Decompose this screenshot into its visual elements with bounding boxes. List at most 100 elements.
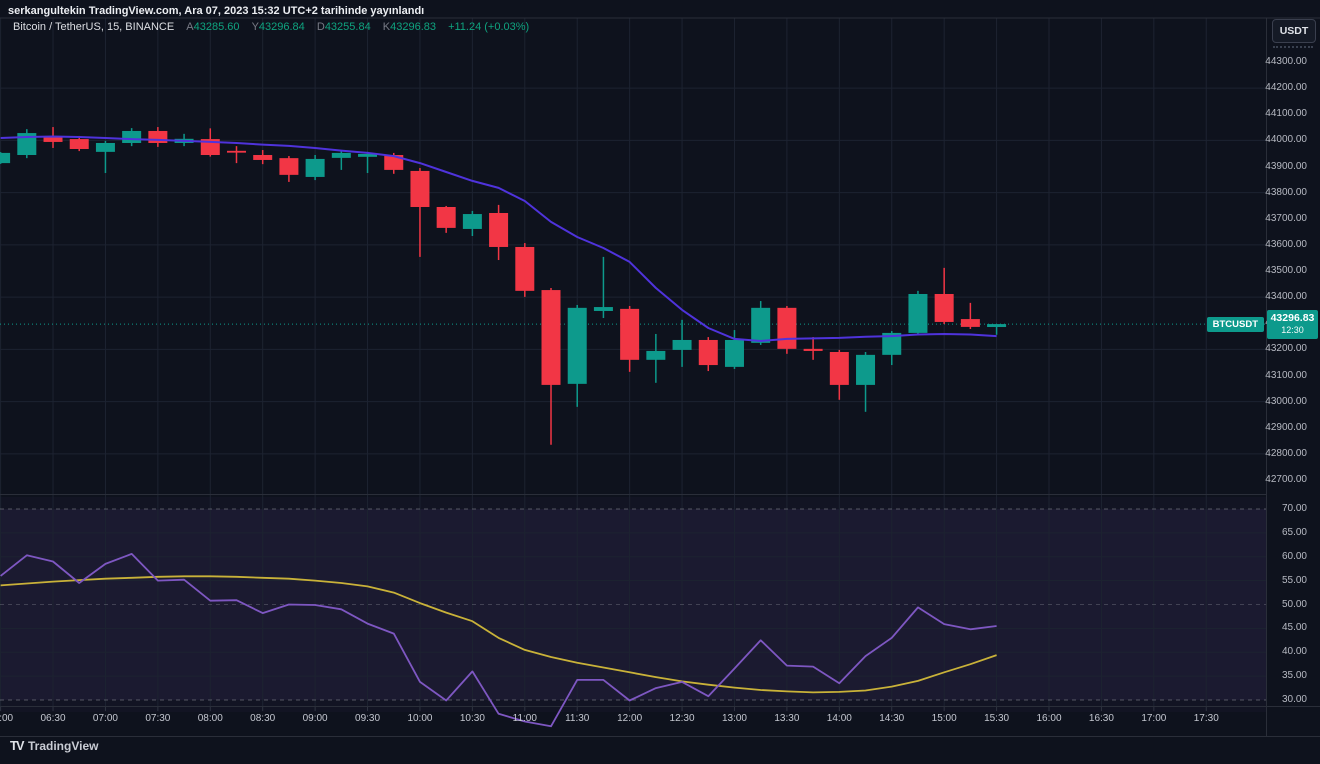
price-axis-label: 43200.00 [1265,343,1307,355]
time-axis-label: 10:00 [407,713,432,724]
low-value: 43255.84 [325,21,371,33]
time-axis-label: 08:00 [198,713,223,724]
price-axis-label: 43900.00 [1265,161,1307,173]
time-axis-label: 13:30 [774,713,799,724]
high-value: 43296.84 [259,21,305,33]
time-axis-label: 17:00 [1141,713,1166,724]
time-axis-label: 13:00 [722,713,747,724]
time-axis-label: 15:30 [984,713,1009,724]
candle-body [437,207,456,228]
rsi-axis-label: 60.00 [1282,551,1307,563]
price-axis-label: 44100.00 [1265,108,1307,120]
time-axis-label: 06:30 [41,713,66,724]
candle-body [410,171,429,207]
price-scale-dots-icon [1273,46,1313,48]
price-axis-label: 43000.00 [1265,396,1307,408]
price-axis-label: 42700.00 [1265,474,1307,486]
time-axis-label: 11:30 [565,713,589,724]
time-axis-label: 16:00 [1036,713,1061,724]
price-axis-label: 43700.00 [1265,213,1307,225]
price-axis-label: 42800.00 [1265,448,1307,460]
candle-body [646,351,665,360]
tradingview-logo-icon: TV [10,739,23,753]
currency-toggle-button[interactable]: USDT [1272,19,1316,43]
price-chart-svg [0,0,1320,759]
candle-body [830,352,849,385]
tradingview-branding[interactable]: TV TradingView [10,739,98,753]
time-axis-label: 06:00 [0,713,13,724]
candle-body [935,294,954,322]
time-axis-label: 07:00 [93,713,118,724]
chart-canvas[interactable] [0,0,1320,759]
price-axis-label: 43500.00 [1265,265,1307,277]
candle-body [279,158,298,175]
candle-body [227,151,246,153]
candle-body [44,137,63,142]
candle-body [70,139,89,149]
candle-body [620,309,639,360]
time-axis-label: 10:30 [460,713,485,724]
symbol-price-pill: BTCUSDT [1207,317,1264,332]
rsi-axis-label: 65.00 [1282,527,1307,539]
candle-body [332,153,351,158]
rsi-axis-label: 35.00 [1282,670,1307,682]
high-label: Y [252,21,259,33]
candle-body [306,159,325,177]
open-value: 43285.60 [194,21,240,33]
time-axis-label: 14:00 [827,713,852,724]
bar-countdown: 12:30 [1267,325,1318,336]
candle-body [961,319,980,327]
rsi-axis-label: 50.00 [1282,599,1307,611]
candle-body [856,355,875,385]
price-axis-label: 44200.00 [1265,82,1307,94]
rsi-axis-label: 40.00 [1282,646,1307,658]
rsi-axis-label: 45.00 [1282,622,1307,634]
symbol-legend[interactable]: Bitcoin / TetherUS, 15, BINANCE A43285.6… [13,21,529,33]
candle-body [725,340,744,367]
low-label: D [317,21,325,33]
candle-body [699,340,718,365]
price-axis-label: 43100.00 [1265,370,1307,382]
time-axis-label: 14:30 [879,713,904,724]
candle-body [751,308,770,343]
candle-body [542,290,561,385]
time-axis-label: 12:30 [670,713,695,724]
tradingview-brand-text: TradingView [28,739,98,753]
price-axis-label: 44300.00 [1265,56,1307,68]
time-axis-label: 16:30 [1089,713,1114,724]
candle-body [777,308,796,349]
candle-body [96,143,115,152]
open-label: A [186,21,193,33]
candle-body [908,294,927,333]
candle-body [148,131,167,143]
symbol-title: Bitcoin / TetherUS, 15, BINANCE [13,21,174,33]
candle-body [515,247,534,291]
close-label: K [383,21,390,33]
time-axis-label: 07:30 [145,713,170,724]
candle-body [489,213,508,247]
time-axis-label: 12:00 [617,713,642,724]
close-value: 43296.83 [390,21,436,33]
price-axis-label: 42900.00 [1265,422,1307,434]
rsi-axis-label: 55.00 [1282,575,1307,587]
change-value: +11.24 (+0.03%) [448,21,529,33]
candle-body [804,349,823,351]
candle-body [987,324,1006,327]
candle-body [0,153,10,163]
candle-body [253,155,272,160]
rsi-axis-label: 30.00 [1282,694,1307,706]
time-axis-label: 09:00 [303,713,328,724]
price-axis-label: 43400.00 [1265,291,1307,303]
last-price-value: 43296.83 [1267,312,1318,325]
last-price-badge: 43296.83 12:30 [1267,310,1318,339]
candle-body [463,214,482,229]
candle-body [594,307,613,311]
price-axis-label: 44000.00 [1265,134,1307,146]
candle-body [673,340,692,350]
time-axis-label: 11:00 [513,713,537,724]
price-axis-label: 43800.00 [1265,187,1307,199]
time-axis-label: 08:30 [250,713,275,724]
candle-body [122,131,141,143]
price-axis-label: 43600.00 [1265,239,1307,251]
time-axis-label: 17:30 [1194,713,1219,724]
